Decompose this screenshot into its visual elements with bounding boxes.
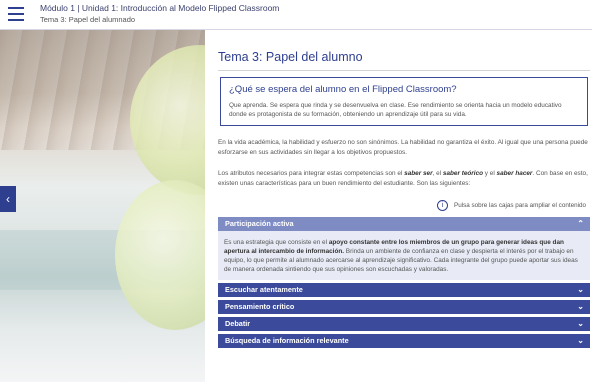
previous-page-button[interactable]: ‹ bbox=[0, 186, 16, 212]
chevron-down-icon: ⌄ bbox=[577, 319, 584, 328]
chevron-down-icon: ⌄ bbox=[577, 336, 584, 345]
accordion-label: Debatir bbox=[225, 319, 251, 328]
title-divider bbox=[218, 70, 590, 71]
chevron-up-icon: ⌃ bbox=[577, 219, 584, 228]
accordion-panel-participacion-activa: Es una estrategia que consiste en el apo… bbox=[218, 231, 590, 280]
chevron-down-icon: ⌄ bbox=[577, 285, 584, 294]
top-bar: Módulo 1 | Unidad 1: Introducción al Mod… bbox=[0, 0, 592, 30]
text-span: Es una estrategia que consiste en el bbox=[224, 239, 329, 246]
question-text: Que aprenda. Se espera que rinda y se de… bbox=[229, 102, 562, 118]
decorative-image-panel bbox=[0, 30, 205, 382]
text-span: , el bbox=[432, 170, 443, 177]
accordion: Participación activa ⌃ Es una estrategia… bbox=[218, 217, 590, 348]
image-overlay bbox=[0, 30, 205, 382]
content-panel: Tema 3: Papel del alumno ¿Qué se espera … bbox=[210, 30, 592, 382]
emphasis-saber-hacer: saber hacer bbox=[496, 170, 533, 177]
accordion-label: Participación activa bbox=[225, 219, 294, 228]
course-breadcrumb: Módulo 1 | Unidad 1: Introducción al Mod… bbox=[40, 3, 279, 25]
paragraph-atributos: Los atributos necesarios para integrar e… bbox=[218, 169, 590, 188]
accordion-busqueda-informacion[interactable]: Búsqueda de información relevante ⌄ bbox=[218, 334, 590, 348]
accordion-label: Escuchar atentamente bbox=[225, 285, 303, 294]
paragraph-habilidad: En la vida académica, la habilidad y esf… bbox=[218, 139, 588, 156]
question-callout: ¿Qué se espera del alumno en el Flipped … bbox=[220, 77, 588, 126]
chevron-down-icon: ⌄ bbox=[577, 302, 584, 311]
question-heading: ¿Qué se espera del alumno en el Flipped … bbox=[229, 84, 457, 95]
hamburger-menu-icon[interactable] bbox=[8, 7, 24, 21]
topic-title: Tema 3: Papel del alumnado bbox=[40, 15, 136, 24]
chevron-left-icon: ‹ bbox=[6, 192, 10, 206]
info-icon: i bbox=[437, 200, 449, 211]
emphasis-saber-ser: saber ser bbox=[404, 170, 433, 177]
accordion-debatir[interactable]: Debatir ⌄ bbox=[218, 317, 590, 331]
text-span: y el bbox=[483, 170, 497, 177]
emphasis-saber-teorico: saber teórico bbox=[442, 170, 484, 177]
text-span: Los atributos necesarios para integrar e… bbox=[218, 170, 405, 177]
course-title: Módulo 1 | Unidad 1: Introducción al Mod… bbox=[40, 3, 280, 13]
accordion-label: Búsqueda de información relevante bbox=[225, 336, 349, 345]
hint-text: Pulsa sobre las cajas para ampliar el co… bbox=[454, 202, 586, 210]
page-title: Tema 3: Papel del alumno bbox=[218, 50, 363, 64]
expand-hint: i Pulsa sobre las cajas para ampliar el c… bbox=[218, 200, 586, 211]
accordion-pensamiento-critico[interactable]: Pensamiento crítico ⌄ bbox=[218, 300, 590, 314]
accordion-escuchar-atentamente[interactable]: Escuchar atentamente ⌄ bbox=[218, 283, 590, 297]
accordion-label: Pensamiento crítico bbox=[225, 302, 295, 311]
accordion-participacion-activa[interactable]: Participación activa ⌃ bbox=[218, 217, 590, 231]
